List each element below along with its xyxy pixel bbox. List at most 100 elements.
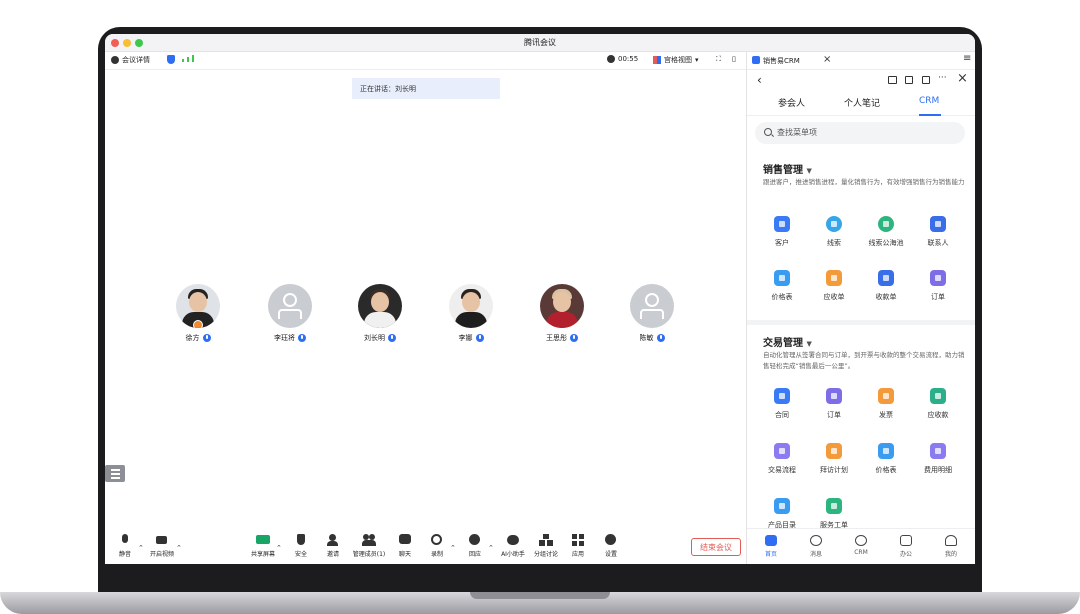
title-bar: 腾讯会议 (105, 34, 975, 52)
participant-name: 李娜 (458, 334, 473, 342)
close-icon[interactable]: × (823, 54, 831, 65)
grid-item-invoice[interactable]: 发票 (860, 388, 912, 420)
robot-icon (506, 534, 520, 546)
invite-button[interactable]: 邀请 (313, 534, 353, 558)
grid-item-service-ticket[interactable]: 服务工单 (808, 498, 860, 530)
external-link-icon[interactable] (905, 76, 913, 84)
camera-off-icon (155, 534, 169, 546)
user-icon (945, 535, 957, 546)
chevron-up-icon[interactable]: ⌃ (176, 544, 182, 552)
open-window-icon[interactable] (922, 76, 930, 84)
info-icon (111, 56, 119, 64)
nav-office[interactable]: 办公 (886, 535, 926, 558)
tab-crm[interactable]: CRM (919, 96, 939, 106)
nav-messages[interactable]: 消息 (796, 535, 836, 558)
nav-home[interactable]: 首页 (751, 535, 791, 558)
avatar (449, 284, 493, 328)
invite-label: 邀请 (326, 551, 339, 558)
grid-item-lead-pool[interactable]: 线索公海池 (860, 216, 912, 248)
grid-label: 价格表 (771, 293, 793, 301)
laptop-notch (470, 592, 610, 599)
tab-participants[interactable]: 参会人 (778, 96, 805, 109)
participant-tile[interactable]: 王思彤 (532, 284, 592, 343)
grid-item-receivable[interactable]: 应收款 (912, 388, 964, 420)
grid-item-receipts[interactable]: 收款单 (860, 270, 912, 302)
chat-label: 聊天 (398, 551, 411, 558)
catalog-icon (774, 498, 790, 514)
grid-item-visit-plan[interactable]: 拜访计划 (808, 443, 860, 475)
trade-flow-icon (774, 443, 790, 459)
users-icon (362, 534, 376, 546)
tab-notes[interactable]: 个人笔记 (844, 96, 880, 109)
more-icon[interactable]: ··· (938, 73, 947, 83)
share-screen-icon (256, 534, 270, 546)
nav-crm[interactable]: CRM (841, 535, 881, 556)
participant-tile[interactable]: 陈敏 (622, 284, 682, 343)
grid-item-price-list[interactable]: 价格表 (756, 270, 808, 302)
nav-profile[interactable]: 我的 (931, 535, 971, 558)
shield-icon[interactable] (167, 55, 175, 64)
nav-label: CRM (854, 549, 868, 556)
grid-label: 线索公海池 (868, 239, 904, 247)
grid-label: 联系人 (927, 239, 949, 247)
grid-item-leads[interactable]: 线索 (808, 216, 860, 248)
grid-item-catalog[interactable]: 产品目录 (756, 498, 808, 530)
grid-item-receivables[interactable]: 应收单 (808, 270, 860, 302)
chat-icon (398, 534, 412, 546)
settings-button[interactable]: 设置 (591, 534, 631, 558)
end-meeting-button[interactable]: 结束会议 (691, 538, 741, 556)
grid-label: 应收单 (823, 293, 845, 301)
sidebar-toggle-icon[interactable]: ▯ (732, 55, 736, 63)
participant-name: 徐方 (185, 334, 200, 342)
participant-tile[interactable]: 徐方 (168, 284, 228, 343)
fullscreen-icon[interactable]: ⛶ (716, 55, 721, 64)
add-user-icon (326, 534, 340, 546)
close-icon[interactable]: × (957, 71, 968, 86)
signal-icon (182, 55, 194, 62)
grid-item-contract[interactable]: 合同 (756, 388, 808, 420)
grid-item-customer[interactable]: 客户 (756, 216, 808, 248)
chevron-down-icon: ▾ (695, 56, 699, 64)
gear-icon (604, 534, 618, 546)
invoice-icon (878, 388, 894, 404)
grid-label: 应收款 (927, 411, 949, 419)
monitor-icon[interactable] (888, 76, 897, 84)
clock-icon (607, 55, 615, 63)
grid-item-price-table[interactable]: 价格表 (860, 443, 912, 475)
manage-members-button[interactable]: 管理成员(1) (349, 534, 389, 558)
breakout-icon (539, 534, 553, 546)
menu-search-input[interactable]: 查找菜单项 (755, 122, 965, 144)
members-label: 管理成员(1) (352, 551, 386, 558)
crm-logo-icon (752, 56, 760, 64)
service-ticket-icon (826, 498, 842, 514)
view-mode-dropdown[interactable]: 宫格视图 ▾ (653, 55, 699, 65)
contacts-icon (930, 216, 946, 232)
meeting-top-toolbar: 会议详情 00:55 宫格视图 ▾ ⛶ ▯ (105, 52, 746, 70)
back-icon[interactable]: ‹ (757, 73, 762, 87)
mic-icon (388, 334, 396, 342)
grid-label: 客户 (775, 239, 789, 247)
host-icon (193, 320, 203, 328)
grid-label: 发票 (879, 411, 893, 419)
app-window: 腾讯会议 会议详情 00:55 宫格视图 ▾ ⛶ ▯ 正在讲话：刘长明 徐方 李… (105, 34, 975, 564)
meeting-timer: 00:55 (607, 55, 638, 63)
section-title-trade[interactable]: 交易管理 ▼ (763, 334, 812, 349)
panel-app-name: 销售易CRM (763, 57, 800, 65)
grid-item-contacts[interactable]: 联系人 (912, 216, 964, 248)
participant-tile[interactable]: 李娜 (441, 284, 501, 343)
panel-header: 销售易CRM × ≡ (747, 52, 975, 70)
grid-item-trade-flow[interactable]: 交易流程 (756, 443, 808, 475)
meeting-details-button[interactable]: 会议详情 (111, 55, 150, 65)
grid-item-order[interactable]: 订单 (808, 388, 860, 420)
menu-icon[interactable]: ≡ (963, 53, 971, 64)
avatar (540, 284, 584, 328)
settings-label: 设置 (604, 551, 617, 558)
participant-name: 王思彤 (546, 334, 567, 342)
participant-list-button[interactable] (105, 465, 125, 482)
grid-item-expense[interactable]: 费用明细 (912, 443, 964, 475)
participant-tile[interactable]: 李珏将 (260, 284, 320, 343)
section-title-sales[interactable]: 销售管理 ▼ (763, 161, 812, 176)
participant-tile[interactable]: 刘长明 (350, 284, 410, 343)
nav-label: 首页 (764, 551, 777, 558)
grid-item-orders[interactable]: 订单 (912, 270, 964, 302)
